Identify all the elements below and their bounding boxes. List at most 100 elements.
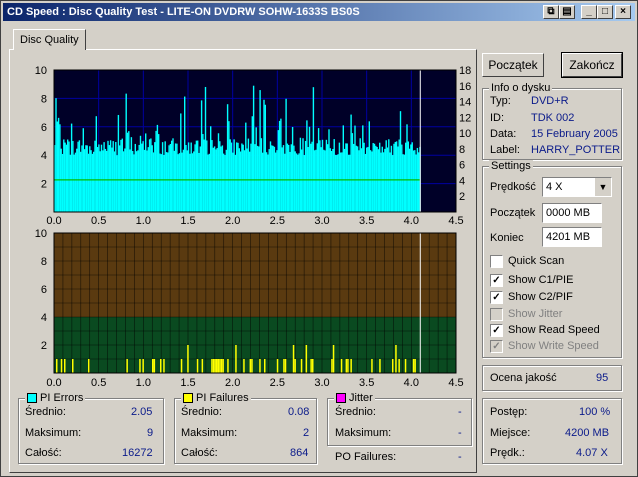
pie-bar bbox=[78, 140, 81, 212]
quick-scan-label[interactable]: Quick Scan bbox=[508, 254, 564, 268]
pif-bar bbox=[347, 359, 349, 373]
show-read-speed-checkbox[interactable]: ✓ bbox=[490, 324, 503, 337]
pi-failures-title: PI Failures bbox=[181, 392, 251, 404]
pie-bar bbox=[268, 149, 270, 212]
chevron-down-icon[interactable]: ▼ bbox=[594, 178, 611, 196]
pie-bar bbox=[81, 145, 83, 212]
pie-bar bbox=[232, 152, 234, 212]
pie-bar bbox=[112, 141, 114, 212]
pie-bar bbox=[241, 143, 243, 212]
pie-bar bbox=[204, 86, 207, 212]
copy-icon[interactable]: ⧉ bbox=[543, 5, 559, 19]
pie-bar bbox=[65, 144, 68, 212]
pif-bar bbox=[126, 359, 128, 373]
pif-bar bbox=[201, 359, 204, 373]
pie-bar bbox=[223, 153, 225, 212]
settings-title: Settings bbox=[489, 160, 533, 172]
pif-bar bbox=[88, 359, 90, 373]
speed-y-tick: 14 bbox=[459, 97, 471, 109]
pie-bar bbox=[319, 140, 321, 212]
pie-bar bbox=[278, 120, 281, 212]
pie-bar bbox=[87, 153, 90, 212]
pie-bar bbox=[130, 137, 133, 212]
pie-bar bbox=[311, 141, 313, 212]
disc-type-value: DVD+R bbox=[531, 95, 569, 107]
pie-bar bbox=[186, 150, 188, 212]
pif-bar bbox=[212, 359, 215, 373]
pie-bar bbox=[269, 141, 272, 212]
pie-bar bbox=[213, 146, 216, 212]
pie-bar bbox=[69, 154, 71, 212]
pi-failures-max-value: 2 bbox=[303, 427, 310, 439]
pie-bar bbox=[191, 153, 194, 212]
start-button[interactable]: Początek bbox=[482, 53, 544, 77]
pif-bar bbox=[398, 359, 400, 373]
pif-bar bbox=[60, 359, 63, 373]
pie-bar bbox=[171, 140, 173, 212]
pie-bar bbox=[134, 143, 136, 212]
pie-bar bbox=[207, 154, 209, 212]
pie-bar bbox=[394, 141, 396, 212]
quick-scan-checkbox[interactable] bbox=[490, 255, 503, 268]
pie-bar bbox=[102, 150, 104, 212]
speed-select-value: 4 X bbox=[546, 181, 563, 193]
pie-bar bbox=[415, 154, 417, 212]
pie-x-tick: 0.5 bbox=[91, 215, 106, 227]
close-button[interactable]: × bbox=[615, 5, 631, 19]
pie-bar bbox=[177, 154, 179, 212]
pie-x-tick: 3.5 bbox=[359, 215, 374, 227]
pie-bar bbox=[258, 146, 260, 212]
pie-bar bbox=[321, 139, 324, 212]
pie-y-tick: 8 bbox=[41, 93, 47, 105]
pie-bar bbox=[154, 142, 156, 212]
pie-bar bbox=[113, 151, 116, 212]
pie-bar bbox=[262, 152, 264, 212]
pie-bar bbox=[200, 100, 203, 212]
pif-x-tick: 0.5 bbox=[91, 377, 106, 389]
show-pie-checkbox[interactable]: ✓ bbox=[490, 274, 503, 287]
pie-bar bbox=[388, 139, 390, 212]
minimize-button[interactable]: _ bbox=[581, 5, 597, 19]
pie-bar bbox=[100, 144, 103, 212]
start-mb-input[interactable]: 0000 MB bbox=[542, 203, 602, 223]
pie-y-tick: 6 bbox=[41, 122, 47, 134]
pi-failures-avg-value: 0.08 bbox=[288, 406, 310, 418]
pie-bar bbox=[312, 87, 315, 212]
pie-bar bbox=[94, 140, 96, 212]
pie-bar bbox=[382, 152, 385, 212]
pie-bar bbox=[203, 139, 205, 212]
pie-bar bbox=[295, 153, 298, 212]
pie-bar bbox=[252, 85, 255, 212]
start-mb-label: Początek bbox=[490, 207, 536, 219]
show-pif-checkbox[interactable]: ✓ bbox=[490, 291, 503, 304]
pie-bar bbox=[90, 150, 92, 212]
pie-bar bbox=[107, 140, 109, 212]
pie-bar bbox=[163, 154, 165, 212]
pie-bar bbox=[397, 146, 399, 212]
disc-id-value: TDK 002 bbox=[531, 112, 575, 124]
pie-bar bbox=[181, 152, 183, 212]
jitter-title-text: Jitter bbox=[349, 392, 373, 404]
pie-bar bbox=[377, 149, 380, 212]
pif-x-tick: 4.5 bbox=[448, 377, 463, 389]
end-button[interactable]: Zakończ bbox=[561, 52, 623, 78]
show-read-speed-label[interactable]: Show Read Speed bbox=[508, 323, 600, 337]
tab-disc-quality[interactable]: Disc Quality bbox=[13, 29, 86, 50]
end-mb-input[interactable]: 4201 MB bbox=[542, 227, 602, 247]
pif-x-tick: 3.0 bbox=[314, 377, 329, 389]
pie-bar bbox=[403, 154, 406, 212]
pie-bar bbox=[401, 144, 403, 212]
maximize-button[interactable]: □ bbox=[597, 5, 613, 19]
pie-x-tick: 3.0 bbox=[314, 215, 329, 227]
pi-errors-avg-label: Średnio: bbox=[25, 406, 66, 418]
speed-select[interactable]: 4 X ▼ bbox=[542, 177, 612, 197]
pie-bar bbox=[187, 142, 190, 212]
pie-bar bbox=[306, 120, 308, 212]
pi-errors-total-value: 16272 bbox=[122, 447, 153, 459]
pie-bar bbox=[340, 152, 342, 212]
pie-bar bbox=[156, 124, 159, 212]
show-pie-label[interactable]: Show C1/PIE bbox=[508, 273, 573, 287]
pie-bar bbox=[215, 149, 217, 212]
save-icon[interactable]: ▤ bbox=[559, 5, 575, 19]
show-pif-label[interactable]: Show C2/PIF bbox=[508, 290, 573, 304]
